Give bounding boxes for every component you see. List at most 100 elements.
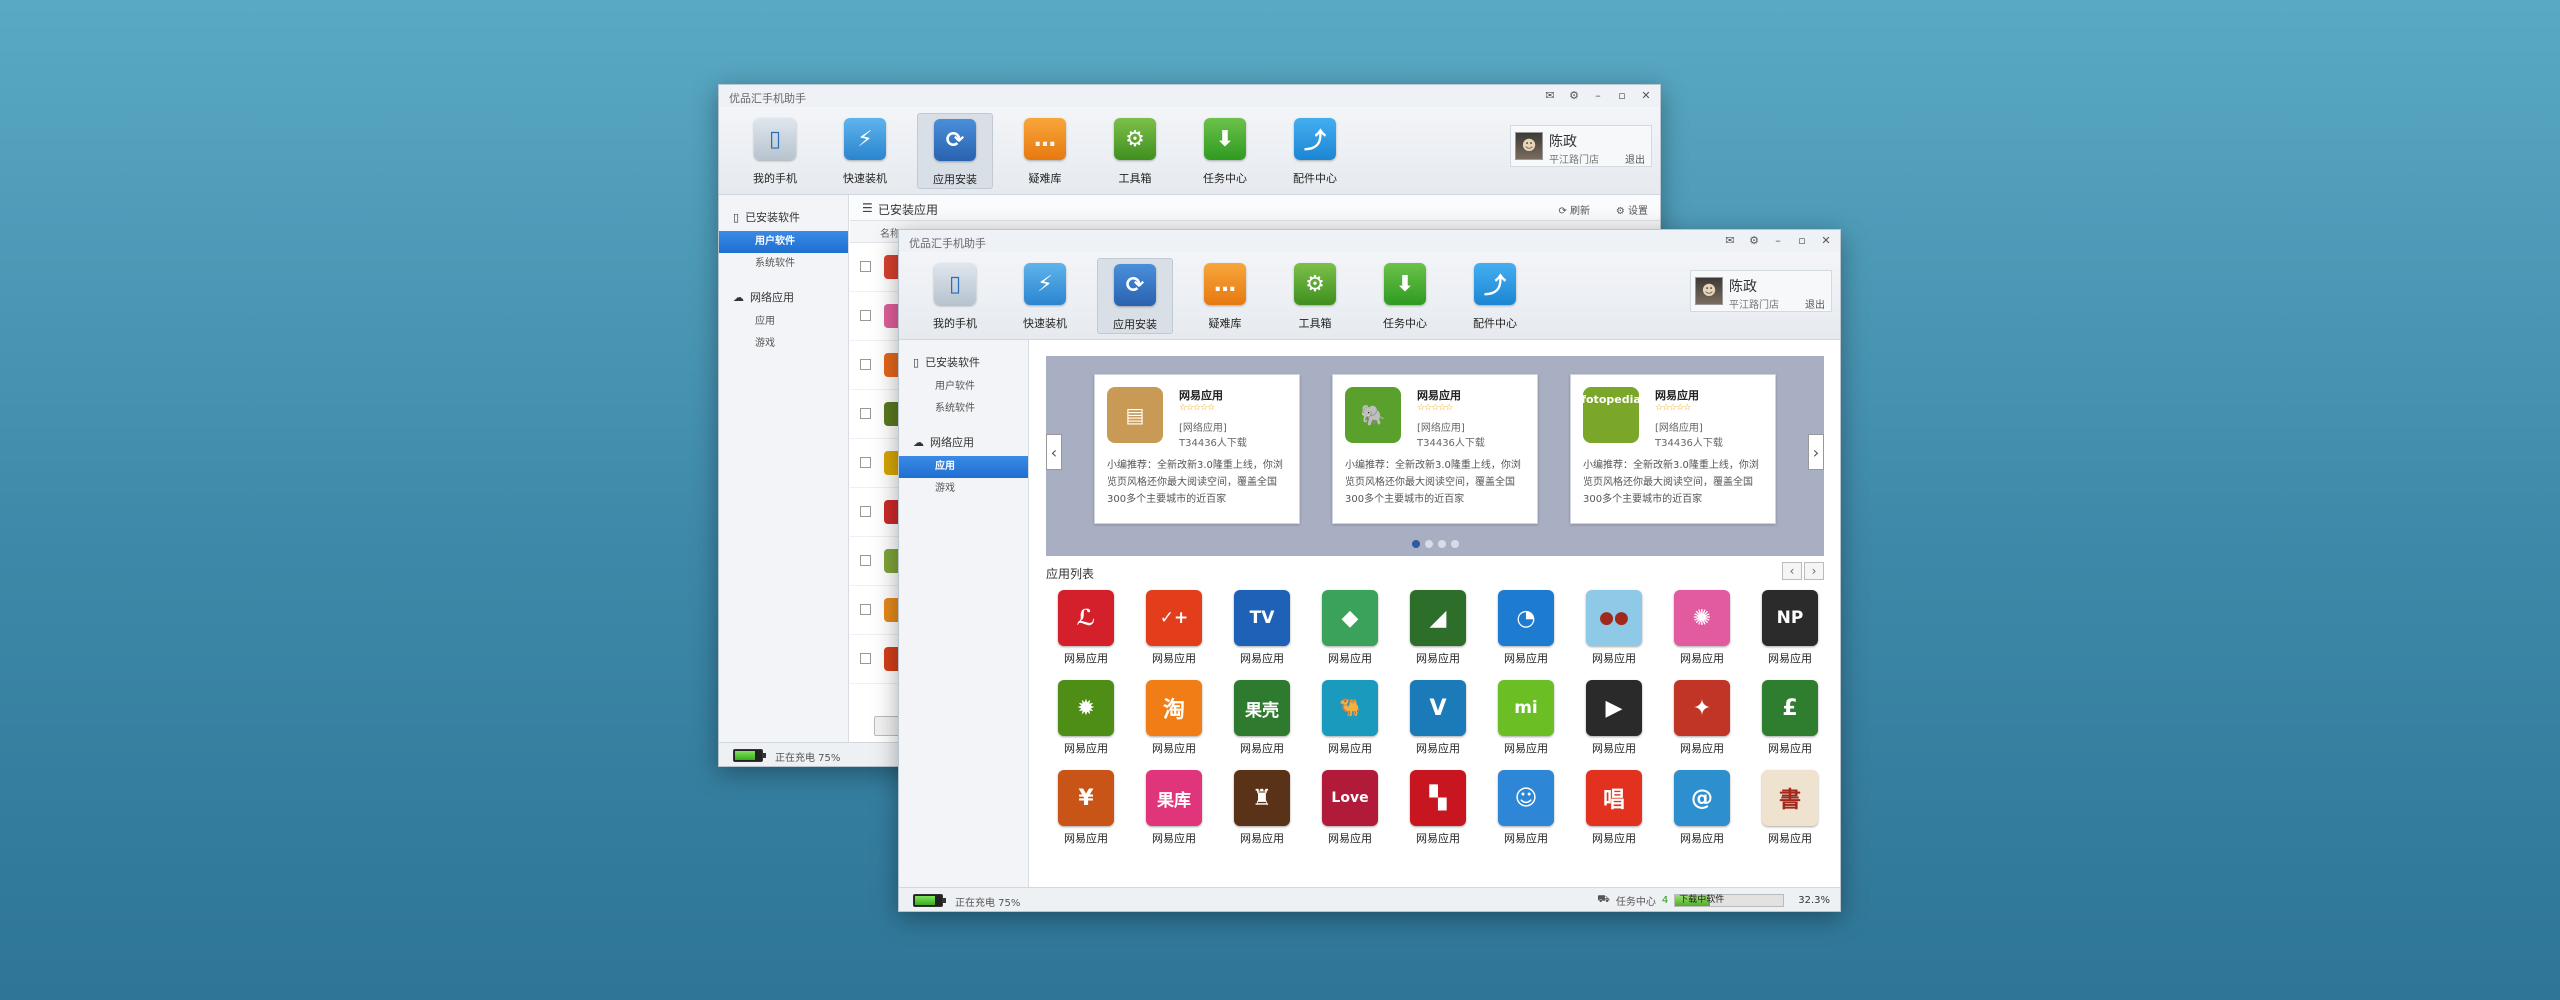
featured-card[interactable]: 🐘 网易应用 ☆☆☆☆☆ [网络应用] T34436人下载 小编推荐：全新改新3.0隆重上… — [1332, 374, 1538, 524]
toolbar-button-5[interactable]: ⬇ 任务中心 — [1187, 113, 1263, 189]
app-name: 网易应用 — [1328, 742, 1372, 755]
row-checkbox[interactable] — [860, 506, 871, 517]
sidebar-item-user-software[interactable]: 用户软件 — [719, 231, 848, 253]
pagination-dot[interactable] — [1450, 540, 1459, 548]
row-checkbox[interactable] — [860, 457, 871, 468]
task-center[interactable]: ⛟ 任务中心 4 下载中软件 32.3% — [1597, 893, 1830, 908]
app-tile[interactable]: TV 网易应用 — [1222, 590, 1302, 666]
share-icon: ⤴ — [1294, 118, 1336, 160]
banner-prev-button[interactable]: ‹ — [1046, 434, 1062, 470]
app-tile[interactable]: ℒ 网易应用 — [1046, 590, 1126, 666]
toolbar-button-3[interactable]: … 疑难库 — [1187, 258, 1263, 334]
app-tile[interactable]: ●● 网易应用 — [1574, 590, 1654, 666]
toolbar-button-1[interactable]: ⚡ 快速装机 — [827, 113, 903, 189]
app-tile[interactable]: mi 网易应用 — [1486, 680, 1566, 756]
sidebar-item-user-software[interactable]: 用户软件 — [899, 376, 1028, 398]
toolbar-button-2[interactable]: ⟳ 应用安装 — [917, 113, 993, 189]
row-checkbox[interactable] — [860, 604, 871, 615]
maximize-icon[interactable]: ▫ — [1794, 233, 1810, 249]
app-icon: ℒ — [1058, 590, 1114, 646]
window-title: 优品汇手机助手 — [909, 237, 986, 250]
toolbar-button-5[interactable]: ⬇ 任务中心 — [1367, 258, 1443, 334]
app-icon: @ — [1674, 770, 1730, 826]
toolbar-label: 任务中心 — [1383, 317, 1427, 330]
feedback-icon[interactable]: ✉ — [1542, 88, 1558, 104]
close-icon[interactable]: ✕ — [1818, 233, 1834, 249]
app-tile[interactable]: 果库 网易应用 — [1134, 770, 1214, 846]
app-tile[interactable]: 書网易应用 — [1750, 770, 1830, 846]
featured-card[interactable]: ▤ 网易应用 ☆☆☆☆☆ [网络应用] T34436人下载 小编推荐：全新改新3.0隆重上… — [1094, 374, 1300, 524]
card-downloads: T34436人下载 — [1179, 438, 1247, 449]
app-tile[interactable]: ◆ 网易应用 — [1310, 590, 1390, 666]
app-tile[interactable]: @ 网易应用 — [1662, 770, 1742, 846]
close-icon[interactable]: ✕ — [1638, 88, 1654, 104]
app-tile[interactable]: ✹ 网易应用 — [1046, 680, 1126, 756]
app-tile[interactable]: ▚ 网易应用 — [1398, 770, 1478, 846]
sidebar-item-games[interactable]: 游戏 — [899, 478, 1028, 500]
sidebar-group-installed[interactable]: ▯ 已安装软件 — [899, 340, 1028, 376]
sidebar-item-apps[interactable]: 应用 — [719, 311, 848, 333]
sidebar-item-system-software[interactable]: 系统软件 — [719, 253, 848, 275]
toolbar-button-0[interactable]: ▯ 我的手机 — [917, 258, 993, 334]
row-checkbox[interactable] — [860, 555, 871, 566]
app-tile[interactable]: ◢ 网易应用 — [1398, 590, 1478, 666]
app-tile[interactable]: NP 网易应用 — [1750, 590, 1830, 666]
app-icon: 書 — [1762, 770, 1818, 826]
app-tile[interactable]: 🐫 网易应用 — [1310, 680, 1390, 756]
settings-icon[interactable]: ⚙ — [1566, 88, 1582, 104]
pager-prev-button[interactable]: ‹ — [1782, 562, 1802, 580]
logout-link[interactable]: 退出 — [1805, 296, 1825, 311]
sidebar-group-online[interactable]: ☁ 网络应用 — [719, 275, 848, 311]
toolbar-label: 应用安装 — [1113, 318, 1157, 331]
toolbar-button-4[interactable]: ⚙ 工具箱 — [1277, 258, 1353, 334]
row-checkbox[interactable] — [860, 653, 871, 664]
pager-next-button[interactable]: › — [1804, 562, 1824, 580]
sidebar-group-installed[interactable]: ▯ 已安装软件 — [719, 195, 848, 231]
sidebar-item-games[interactable]: 游戏 — [719, 333, 848, 355]
settings-button[interactable]: ⚙ 设置 — [1616, 202, 1648, 217]
user-name: 陈政 — [1729, 279, 1757, 295]
row-checkbox[interactable] — [860, 310, 871, 321]
pagination-dot[interactable] — [1424, 540, 1433, 548]
app-tile[interactable]: ◔ 网易应用 — [1486, 590, 1566, 666]
app-tile[interactable]: Love 网易应用 — [1310, 770, 1390, 846]
row-checkbox[interactable] — [860, 261, 871, 272]
sidebar-item-apps[interactable]: 应用 — [899, 456, 1028, 478]
settings-icon[interactable]: ⚙ — [1746, 233, 1762, 249]
toolbar-button-6[interactable]: ⤴ 配件中心 — [1277, 113, 1353, 189]
app-tile[interactable]: £ 网易应用 — [1750, 680, 1830, 756]
app-tile[interactable]: ▶ 网易应用 — [1574, 680, 1654, 756]
maximize-icon[interactable]: ▫ — [1614, 88, 1630, 104]
app-tile[interactable]: 淘网易应用 — [1134, 680, 1214, 756]
app-tile[interactable]: ¥ 网易应用 — [1046, 770, 1126, 846]
toolbar-button-6[interactable]: ⤴ 配件中心 — [1457, 258, 1533, 334]
sidebar-group-online[interactable]: ☁ 网络应用 — [899, 420, 1028, 456]
feedback-icon[interactable]: ✉ — [1722, 233, 1738, 249]
app-tile[interactable]: V 网易应用 — [1398, 680, 1478, 756]
user-store: 平江路门店 — [1729, 300, 1779, 311]
toolbar-button-1[interactable]: ⚡ 快速装机 — [1007, 258, 1083, 334]
row-checkbox[interactable] — [860, 359, 871, 370]
minimize-icon[interactable]: – — [1590, 88, 1606, 104]
pagination-dot[interactable] — [1437, 540, 1446, 548]
featured-card[interactable]: fotopedia 网易应用 ☆☆☆☆☆ [网络应用] T34436人下载 小编推荐：全新… — [1570, 374, 1776, 524]
refresh-button[interactable]: ⟳ 刷新 — [1558, 202, 1590, 217]
app-tile[interactable]: ♜ 网易应用 — [1222, 770, 1302, 846]
toolbar-button-0[interactable]: ▯ 我的手机 — [737, 113, 813, 189]
app-tile[interactable]: ✺ 网易应用 — [1662, 590, 1742, 666]
toolbar-button-3[interactable]: … 疑难库 — [1007, 113, 1083, 189]
pagination-dot[interactable] — [1411, 540, 1420, 548]
sidebar-item-system-software[interactable]: 系统软件 — [899, 398, 1028, 420]
minimize-icon[interactable]: – — [1770, 233, 1786, 249]
logout-link[interactable]: 退出 — [1625, 151, 1645, 166]
toolbar-button-4[interactable]: ⚙ 工具箱 — [1097, 113, 1173, 189]
app-tile[interactable]: ✓+ 网易应用 — [1134, 590, 1214, 666]
app-tile[interactable]: 唱网易应用 — [1574, 770, 1654, 846]
app-tile[interactable]: ✦ 网易应用 — [1662, 680, 1742, 756]
banner-next-button[interactable]: › — [1808, 434, 1824, 470]
app-tile[interactable]: 果壳 网易应用 — [1222, 680, 1302, 756]
row-checkbox[interactable] — [860, 408, 871, 419]
app-tile[interactable]: ☺ 网易应用 — [1486, 770, 1566, 846]
toolbar-button-2[interactable]: ⟳ 应用安装 — [1097, 258, 1173, 334]
card-app-name: 网易应用 — [1417, 389, 1461, 402]
